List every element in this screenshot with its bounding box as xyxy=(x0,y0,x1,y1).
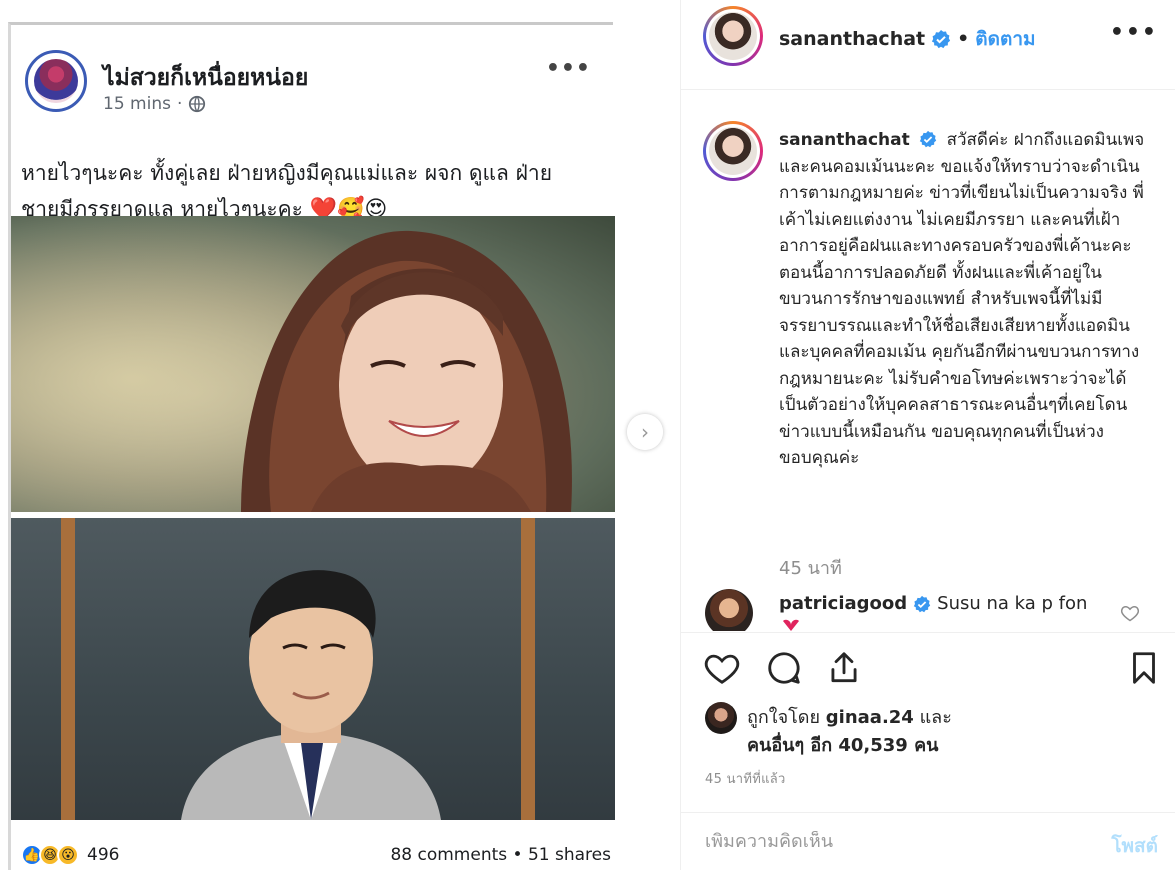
post-media: ไม่สวยก็เหนื่อยหน่อย 15 mins · ••• หายไว… xyxy=(0,0,680,870)
fb-page-avatar xyxy=(25,50,87,112)
liker-username[interactable]: ginaa.24 xyxy=(826,707,914,728)
commenter-avatar[interactable] xyxy=(705,589,753,631)
commenter-username[interactable]: patriciagood xyxy=(779,593,907,614)
author-avatar[interactable] xyxy=(703,6,763,66)
wow-icon: 😮 xyxy=(57,844,79,866)
share-icon[interactable] xyxy=(825,649,863,687)
caption-text: สวัสดีค่ะ ฝากถึงแอดมินเพจและคนคอมเม้นนะค… xyxy=(779,130,1145,468)
photo-man xyxy=(11,518,615,820)
fb-post-time-row: 15 mins · xyxy=(103,94,206,114)
globe-icon xyxy=(189,95,206,113)
likes-others[interactable]: คนอื่นๆ อีก 40,539 คน xyxy=(747,735,938,756)
comment-bubble-icon[interactable] xyxy=(765,649,803,687)
fb-shares-count: 51 shares xyxy=(527,845,611,865)
fb-post-stats: 88 comments • 51 shares xyxy=(390,845,611,865)
fb-comments-count: 88 comments xyxy=(390,845,508,865)
fb-post-footer: 👍 😆 😮 496 88 comments • 51 shares xyxy=(21,840,611,870)
fb-reaction-count: 496 xyxy=(87,845,120,865)
comments-section[interactable]: sananthachat สวัสดีค่ะ ฝากถึงแอดมินเพจแล… xyxy=(681,91,1175,631)
bookmark-icon[interactable] xyxy=(1125,649,1163,687)
photo-woman xyxy=(11,216,615,512)
photo-woman-illustration xyxy=(11,216,615,512)
fb-reactions: 👍 😆 😮 496 xyxy=(21,844,119,866)
caption-username[interactable]: sananthachat xyxy=(779,130,910,150)
caption-verified-badge-icon xyxy=(919,130,937,148)
add-comment-input[interactable] xyxy=(705,831,1085,852)
post-sidebar: sananthachat • ติดตาม ••• sananthachat ส… xyxy=(680,0,1175,870)
author-username[interactable]: sananthachat xyxy=(779,28,925,50)
likes-and: และ xyxy=(919,707,952,728)
post-actions xyxy=(681,632,1175,702)
fb-stats-separator: • xyxy=(512,845,523,865)
comment-text: Susu na ka p fon xyxy=(937,593,1088,614)
post-header: sananthachat • ติดตาม ••• xyxy=(681,0,1175,90)
comment-row: patriciagood Susu na ka p fon xyxy=(779,593,1087,614)
post-caption: sananthachat สวัสดีค่ะ ฝากถึงแอดมินเพจแล… xyxy=(779,127,1149,472)
photo-man-illustration xyxy=(61,518,535,820)
caption-time: 45 นาที xyxy=(779,558,842,579)
likes-prefix: ถูกใจโดย xyxy=(747,707,821,728)
fb-time-separator: · xyxy=(176,94,183,114)
caption-author-avatar[interactable] xyxy=(703,121,763,181)
header-separator: • xyxy=(957,28,970,50)
author-header-row: sananthachat • ติดตาม xyxy=(779,24,1036,54)
comment-like-heart-icon[interactable] xyxy=(1120,603,1140,623)
post-comment-button[interactable]: โพสต์ xyxy=(1111,831,1158,861)
follow-button[interactable]: ติดตาม xyxy=(975,24,1035,54)
fb-page-name: ไม่สวยก็เหนื่อยหน่อย xyxy=(103,65,309,91)
carousel-next-button[interactable]: › xyxy=(627,414,663,450)
verified-badge-icon xyxy=(932,30,951,49)
facebook-post-screenshot: ไม่สวยก็เหนื่อยหน่อย 15 mins · ••• หายไว… xyxy=(8,22,615,870)
liker-avatar[interactable] xyxy=(705,702,737,734)
chevron-right-icon: › xyxy=(641,420,649,444)
commenter-verified-badge-icon xyxy=(913,595,931,612)
fb-post-header: ไม่สวยก็เหนื่อยหน่อย 15 mins · ••• xyxy=(25,50,605,120)
comment-heart-emoji-icon xyxy=(783,619,799,631)
fb-post-time: 15 mins xyxy=(103,94,171,114)
add-comment-bar: โพสต์ xyxy=(681,812,1175,870)
post-timestamp: 45 นาทีที่แล้ว xyxy=(705,772,786,787)
fb-more-icon: ••• xyxy=(545,56,591,81)
more-options-icon[interactable]: ••• xyxy=(1110,20,1158,45)
likes-text: ถูกใจโดย ginaa.24 และ คนอื่นๆ อีก 40,539… xyxy=(747,704,1047,760)
like-heart-icon[interactable] xyxy=(703,649,741,687)
fb-post-text-line1: หายไวๆนะคะ ทั้งคู่เลย ฝ่ายหญิงมีคุณแม่แล… xyxy=(21,161,552,185)
